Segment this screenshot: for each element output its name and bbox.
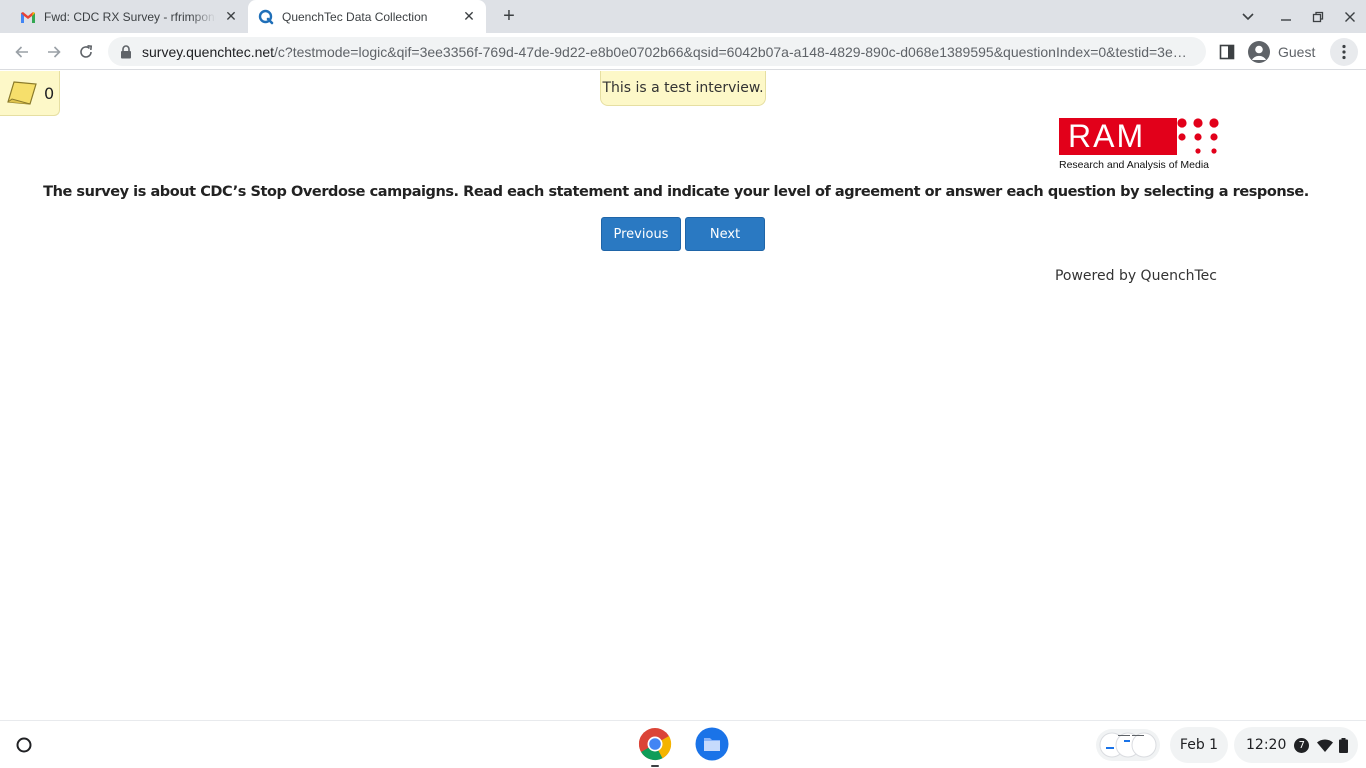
- tab-strip: Fwd: CDC RX Survey - rfrimpong ✕ QuenchT…: [0, 0, 1366, 33]
- clock: 12:20: [1246, 737, 1287, 753]
- tab-title: QuenchTec Data Collection: [282, 9, 428, 24]
- new-tab-button[interactable]: +: [498, 5, 520, 27]
- more-vertical-icon: [1342, 44, 1346, 60]
- shelf-app-files[interactable]: [695, 727, 729, 761]
- tab-gmail[interactable]: Fwd: CDC RX Survey - rfrimpong ✕: [8, 0, 248, 33]
- notes-count: 0: [44, 83, 55, 103]
- restore-icon[interactable]: [1303, 0, 1333, 33]
- lock-icon: [120, 44, 134, 59]
- survey-intro-text: The survey is about CDC’s Stop Overdose …: [43, 184, 1309, 200]
- url-text: survey.quenchtec.net/c?testmode=logic&qi…: [142, 44, 1192, 60]
- wifi-icon: [1317, 738, 1334, 752]
- battery-icon: [1339, 737, 1349, 753]
- notification-count-badge: 7: [1294, 737, 1310, 753]
- close-window-icon[interactable]: [1335, 0, 1365, 33]
- date-tray[interactable]: Feb 1: [1170, 727, 1228, 763]
- previous-button[interactable]: Previous: [601, 217, 681, 251]
- url-path: /c?testmode=logic&qif=3ee3356f-769d-47de…: [274, 43, 1187, 60]
- forward-arrow-icon: [48, 46, 61, 58]
- os-shelf: Feb 1 12:20 7: [0, 720, 1366, 768]
- back-arrow-icon: [15, 46, 28, 58]
- chrome-icon: [638, 728, 672, 761]
- notes-widget[interactable]: 0: [0, 71, 60, 116]
- side-panel-icon: [1219, 44, 1235, 60]
- profile-label: Guest: [1278, 44, 1316, 60]
- running-indicator: [651, 765, 659, 767]
- reload-icon: [80, 45, 93, 58]
- close-icon[interactable]: ✕: [222, 8, 240, 26]
- launcher-icon: [16, 737, 32, 753]
- status-tray[interactable]: 12:20 7: [1234, 727, 1358, 763]
- next-button[interactable]: Next: [685, 217, 765, 251]
- logo-wordmark: RAM: [1068, 118, 1146, 154]
- sticky-note-icon: [7, 81, 37, 105]
- powered-by-text: Powered by QuenchTec: [1054, 268, 1217, 284]
- url-host: survey.quenchtec.net: [142, 43, 275, 60]
- launcher-button[interactable]: [8, 729, 40, 761]
- gmail-icon: [20, 9, 36, 25]
- tab-quenchtec[interactable]: QuenchTec Data Collection ✕: [248, 0, 486, 33]
- quenchtec-icon: [258, 9, 274, 25]
- holding-space-thumbnails-icon: [1099, 732, 1157, 758]
- holding-space-tray[interactable]: [1096, 729, 1160, 761]
- browser-toolbar: survey.quenchtec.net/c?testmode=logic&qi…: [0, 33, 1366, 70]
- files-icon: [695, 727, 729, 761]
- guest-avatar-icon: [1248, 41, 1270, 63]
- logo-dots-icon: [1177, 118, 1219, 154]
- forward-button[interactable]: [40, 38, 68, 66]
- address-bar[interactable]: survey.quenchtec.net/c?testmode=logic&qi…: [108, 37, 1206, 66]
- reload-button[interactable]: [72, 38, 100, 66]
- profile-button[interactable]: Guest: [1244, 38, 1326, 66]
- minimize-icon[interactable]: [1271, 0, 1301, 33]
- back-button[interactable]: [8, 38, 36, 66]
- tab-title: Fwd: CDC RX Survey - rfrimpong: [44, 9, 216, 24]
- close-icon[interactable]: ✕: [460, 8, 478, 26]
- tab-search-icon[interactable]: [1233, 0, 1263, 33]
- ram-logo: RAM Research and Analysis of Media: [1058, 117, 1220, 173]
- logo-tagline: Research and Analysis of Media: [1059, 159, 1209, 171]
- survey-page: 0 This is a test interview. RAM Research…: [0, 71, 1366, 720]
- browser-menu-button[interactable]: [1330, 38, 1358, 66]
- shelf-app-chrome[interactable]: [638, 727, 672, 767]
- test-interview-banner: This is a test interview.: [600, 71, 766, 106]
- side-panel-button[interactable]: [1216, 41, 1238, 63]
